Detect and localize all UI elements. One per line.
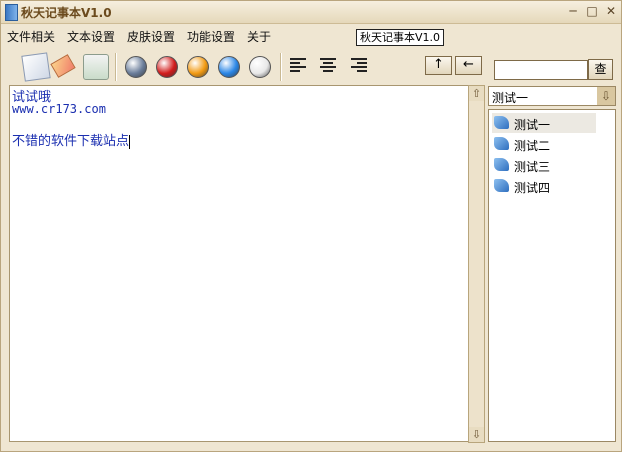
toolbar-divider	[280, 53, 282, 81]
window-title: 秋天记事本V1.0	[21, 6, 112, 20]
note-item[interactable]: 测试三	[492, 155, 596, 175]
eraser-icon[interactable]	[50, 54, 76, 78]
search-input[interactable]	[494, 60, 588, 80]
editor-line-text: 不错的软件下载站点	[12, 134, 130, 149]
menu-skin-settings[interactable]: 皮肤设置	[127, 28, 175, 45]
note-item[interactable]: 测试四	[492, 176, 596, 196]
scroll-up-icon[interactable]: ⇧	[469, 86, 484, 101]
title-bar: 秋天记事本V1.0 ─ □ ✕	[1, 1, 621, 24]
menu-about[interactable]: 关于	[247, 28, 271, 45]
note-label: 测试二	[514, 139, 551, 153]
category-select[interactable]: 测试一 ⇩	[488, 86, 616, 106]
move-up-button[interactable]: ↑	[425, 56, 452, 75]
note-list: 测试一 测试二 测试三 测试四	[488, 109, 616, 442]
editor-line: www.cr173.com	[12, 102, 106, 116]
note-icon	[494, 179, 509, 192]
note-icon	[494, 116, 509, 129]
editor-line: 不错的软件下载站点	[12, 130, 131, 149]
text-editor[interactable]: 试试哦 www.cr173.com 不错的软件下载站点	[9, 85, 470, 442]
search-button[interactable]: 查	[588, 59, 613, 80]
toolbar-divider	[115, 53, 117, 81]
align-right-icon[interactable]	[351, 58, 367, 72]
align-left-icon[interactable]	[290, 58, 306, 72]
skin-gray-button[interactable]	[125, 56, 147, 78]
text-caret	[129, 134, 131, 149]
align-center-icon[interactable]	[320, 58, 336, 72]
skin-red-button[interactable]	[156, 56, 178, 78]
note-item[interactable]: 测试一	[492, 113, 596, 133]
close-button[interactable]: ✕	[604, 4, 618, 18]
note-label: 测试一	[514, 118, 551, 132]
skin-orange-button[interactable]	[187, 56, 209, 78]
menu-file[interactable]: 文件相关	[7, 28, 55, 45]
editor-scrollbar[interactable]: ⇧ ⇩	[468, 85, 485, 443]
note-item[interactable]: 测试二	[492, 134, 596, 154]
paper-icon[interactable]	[83, 54, 109, 80]
skin-blue-button[interactable]	[218, 56, 240, 78]
menu-text-settings[interactable]: 文本设置	[67, 28, 115, 45]
skin-white-button[interactable]	[249, 56, 271, 78]
note-label: 测试四	[514, 181, 551, 195]
notepad-icon[interactable]	[21, 52, 51, 82]
menu-bar: 文件相关 文本设置 皮肤设置 功能设置 关于	[1, 24, 621, 46]
back-button[interactable]: ←	[455, 56, 482, 75]
scroll-down-icon[interactable]: ⇩	[469, 427, 484, 442]
menu-function-settings[interactable]: 功能设置	[187, 28, 235, 45]
note-icon	[494, 137, 509, 150]
maximize-button[interactable]: □	[585, 4, 599, 18]
app-name-label: 秋天记事本V1.0	[356, 29, 445, 46]
app-window: 秋天记事本V1.0 ─ □ ✕ 文件相关 文本设置 皮肤设置 功能设置 关于 秋…	[0, 0, 622, 452]
dropdown-arrow-icon[interactable]: ⇩	[597, 87, 615, 105]
app-icon	[5, 4, 18, 21]
note-label: 测试三	[514, 160, 551, 174]
note-icon	[494, 158, 509, 171]
category-selected-value: 测试一	[492, 91, 529, 105]
minimize-button[interactable]: ─	[566, 4, 580, 18]
